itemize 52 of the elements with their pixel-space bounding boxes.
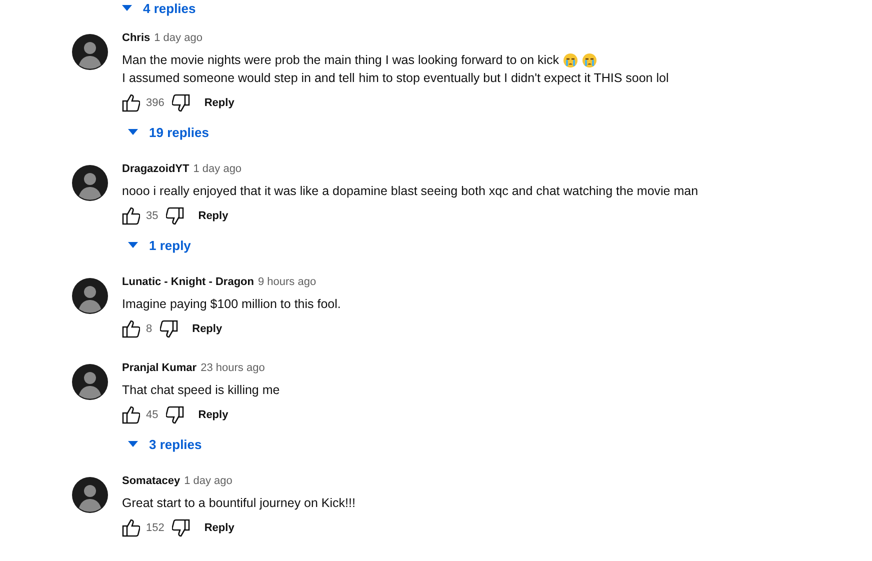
thumbs-up-icon[interactable] [122, 206, 140, 226]
show-replies-link[interactable]: 19 replies [128, 124, 209, 140]
avatar-icon [72, 165, 108, 201]
comment-time[interactable]: 1 day ago [184, 475, 232, 487]
comment-time[interactable]: 1 day ago [193, 163, 242, 175]
comment-text: him to stop eventually but I didn't expect it THIS soon lol [358, 70, 669, 87]
avatar-icon [72, 278, 108, 314]
avatar-icon [72, 364, 108, 400]
reply-button[interactable]: Reply [178, 323, 222, 335]
like-count: 8 [146, 323, 152, 335]
thumbs-up-icon[interactable] [122, 518, 140, 538]
comment-text: I assumed someone would step in and tell [122, 70, 355, 87]
reply-button[interactable]: Reply [190, 97, 234, 109]
author-name[interactable]: Chris [122, 32, 150, 44]
avatar-icon [72, 477, 108, 513]
comment-time[interactable]: 9 hours ago [258, 276, 316, 288]
like-count: 45 [146, 409, 158, 421]
thumbs-up-icon[interactable] [122, 405, 140, 425]
show-replies-link[interactable]: 4 replies [122, 0, 196, 16]
like-count: 35 [146, 210, 158, 222]
thumbs-down-icon[interactable] [172, 518, 190, 538]
thumbs-down-icon[interactable] [160, 319, 178, 339]
comment-time[interactable]: 23 hours ago [200, 362, 265, 374]
like-count: 152 [146, 522, 164, 534]
comment-time[interactable]: 1 day ago [154, 32, 202, 44]
thumbs-down-icon[interactable] [172, 93, 190, 113]
comment-text: That chat speed is killing me [122, 382, 280, 399]
thumbs-up-icon[interactable] [122, 93, 140, 113]
author-name[interactable]: Somatacey [122, 475, 180, 487]
show-replies-link[interactable]: 1 reply [128, 238, 191, 252]
show-replies-link[interactable]: 3 replies [128, 436, 202, 452]
avatar-icon [72, 34, 108, 70]
reply-button[interactable]: Reply [190, 522, 234, 534]
caret-down-icon [128, 129, 138, 135]
comment-text: Imagine paying $100 million to this fool. [122, 296, 341, 313]
crying-face-icon [563, 52, 578, 68]
thumbs-down-icon[interactable] [166, 405, 184, 425]
comment-text: nooo i really enjoyed that it was like a dopamine blast seeing both xqc and chat watching the movie man [122, 183, 698, 200]
author-name[interactable]: Pranjal Kumar [122, 362, 197, 374]
author-name[interactable]: Lunatic - Knight - Dragon [122, 276, 254, 288]
comment-text: Man the movie nights were prob the main thing I was looking forward to on kick [122, 52, 560, 69]
caret-down-icon [128, 441, 138, 447]
like-count: 396 [146, 97, 164, 109]
reply-button[interactable]: Reply [184, 409, 228, 421]
caret-down-icon [128, 242, 138, 248]
crying-face-icon [582, 52, 598, 68]
author-name[interactable]: DragazoidYT [122, 163, 190, 175]
reply-button[interactable]: Reply [184, 210, 228, 222]
thumbs-down-icon[interactable] [166, 206, 184, 226]
caret-down-icon [122, 5, 132, 11]
comment-text: Great start to a bountiful journey on Kick!!! [122, 495, 356, 512]
thumbs-up-icon[interactable] [122, 319, 140, 339]
